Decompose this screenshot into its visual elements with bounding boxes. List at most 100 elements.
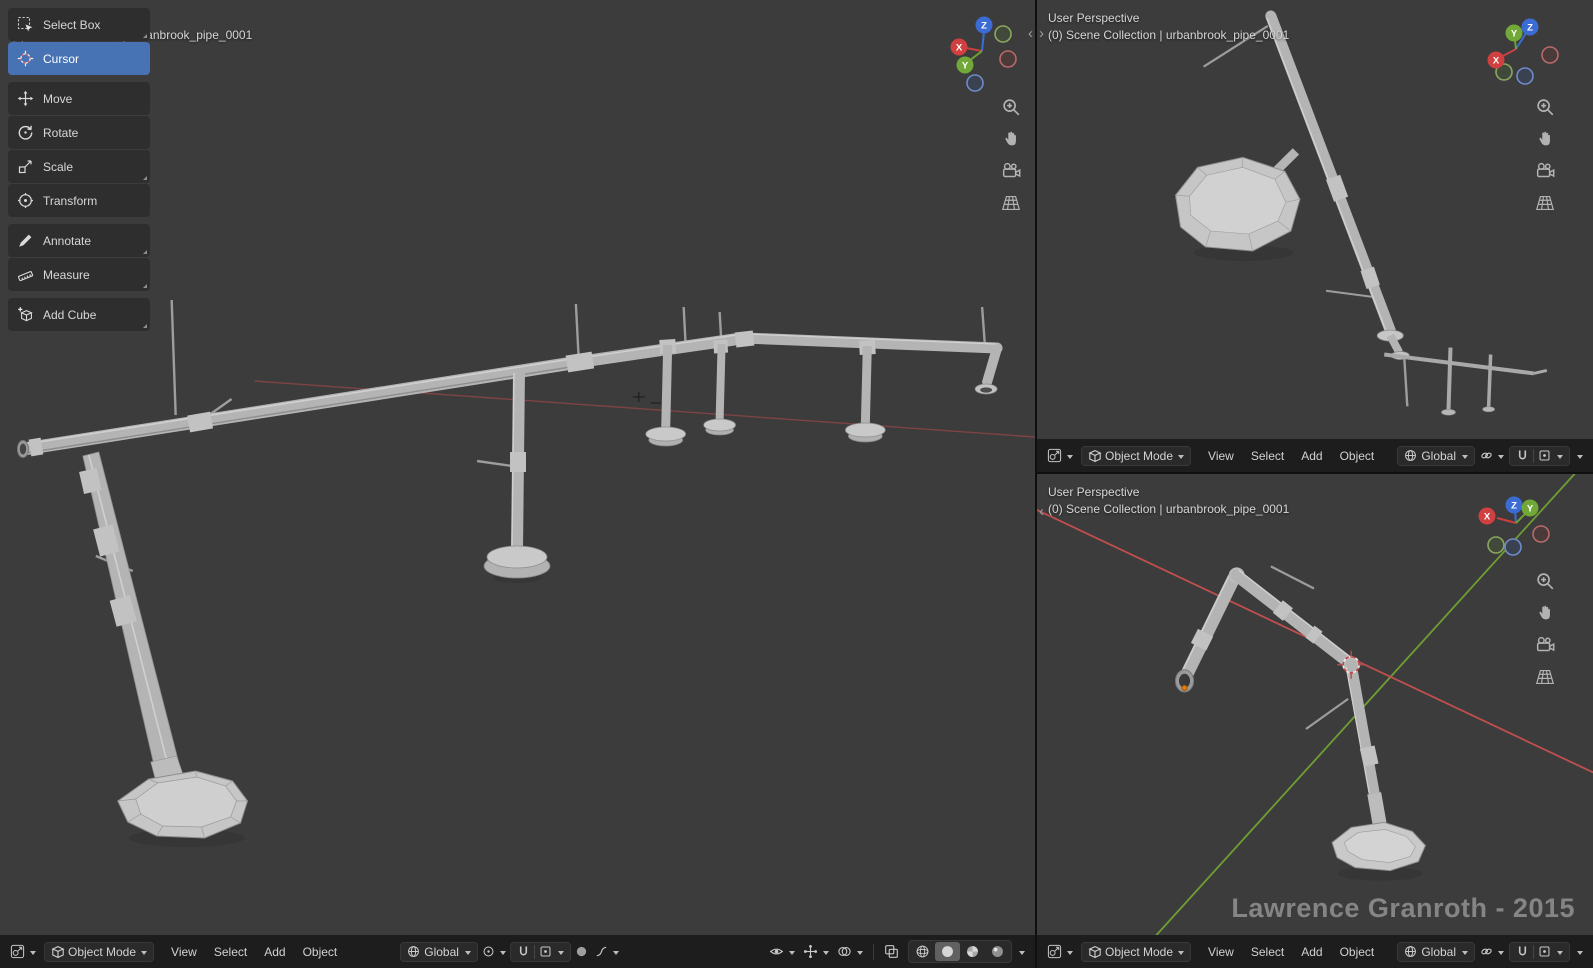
axis-x-negative-handle[interactable] xyxy=(1000,51,1016,67)
proportional-falloff-dropdown[interactable] xyxy=(1572,447,1586,465)
axis-z-handle[interactable]: Z xyxy=(976,17,993,34)
axis-x-handle[interactable]: X xyxy=(951,39,968,56)
magnet-icon[interactable] xyxy=(1516,449,1529,462)
orientation-dropdown[interactable]: Global xyxy=(400,942,478,962)
menu-add[interactable]: Add xyxy=(1293,446,1330,466)
axis-y-handle[interactable]: Y xyxy=(957,57,974,74)
hand-icon[interactable] xyxy=(1533,127,1557,151)
tool-annotate[interactable]: Annotate xyxy=(8,224,150,257)
mode-dropdown[interactable]: Object Mode xyxy=(1081,942,1191,962)
tool-cursor[interactable]: Cursor xyxy=(8,42,150,75)
proportional-editing-toggle[interactable] xyxy=(572,942,591,961)
axis-z-negative-handle[interactable] xyxy=(1517,68,1533,84)
editor-type-button[interactable] xyxy=(7,941,39,962)
axis-x-negative-handle[interactable] xyxy=(1542,47,1558,63)
magnet-icon[interactable] xyxy=(1516,945,1529,958)
menu-select[interactable]: Select xyxy=(1243,942,1292,962)
grid-icon[interactable] xyxy=(1533,191,1557,215)
pivot-dropdown[interactable] xyxy=(1477,942,1507,961)
show-overlays-dropdown[interactable] xyxy=(834,941,866,962)
orientation-label: Global xyxy=(1421,945,1456,959)
object-visibility-dropdown[interactable] xyxy=(766,941,798,962)
axis-z-negative-handle[interactable] xyxy=(1505,539,1521,555)
zoom-icon[interactable] xyxy=(999,95,1023,119)
shading-material-button[interactable] xyxy=(960,942,985,961)
chevron-down-icon xyxy=(1178,951,1184,958)
axis-x-handle[interactable]: X xyxy=(1479,508,1496,525)
tool-move[interactable]: Move xyxy=(8,82,150,115)
menu-add[interactable]: Add xyxy=(1293,942,1330,962)
object-mode-icon xyxy=(51,945,65,959)
axis-z-handle[interactable]: Z xyxy=(1506,497,1523,514)
axis-y-negative-handle[interactable] xyxy=(1488,537,1504,553)
snap-target-icon[interactable] xyxy=(539,945,552,958)
show-gizmos-dropdown[interactable] xyxy=(800,941,832,962)
pivot-dropdown[interactable] xyxy=(1477,446,1507,465)
proportional-falloff-dropdown[interactable] xyxy=(592,942,622,961)
area-collapse-arrow[interactable]: ‹ xyxy=(1028,26,1033,41)
axis-y-negative-handle[interactable] xyxy=(995,26,1011,42)
zoom-icon[interactable] xyxy=(1533,95,1557,119)
camera-view-icon[interactable] xyxy=(1533,159,1557,183)
grid-icon[interactable] xyxy=(1533,665,1557,689)
pivot-icon xyxy=(482,945,495,958)
menu-view[interactable]: View xyxy=(1200,446,1242,466)
editor-type-button[interactable] xyxy=(1044,941,1076,962)
axis-y-handle[interactable]: Y xyxy=(1522,500,1539,517)
tool-rotate[interactable]: Rotate xyxy=(8,116,150,149)
menu-view[interactable]: View xyxy=(163,942,205,962)
navigation-gizmo[interactable]: Y Z X xyxy=(1473,6,1559,92)
area-collapse-arrow[interactable]: ‹ xyxy=(1039,504,1044,519)
viewport-header: Object Mode View Select Add Object Globa… xyxy=(1037,935,1593,968)
shading-options-dropdown[interactable] xyxy=(1014,943,1028,961)
axis-z-negative-handle[interactable] xyxy=(967,75,983,91)
menu-object[interactable]: Object xyxy=(1332,942,1383,962)
axis-x-handle[interactable]: X xyxy=(1488,52,1505,69)
menu-object[interactable]: Object xyxy=(295,942,346,962)
menu-view[interactable]: View xyxy=(1200,942,1242,962)
tool-label: Select Box xyxy=(43,18,100,32)
navigation-gizmo[interactable]: X Z Y xyxy=(1473,480,1559,566)
tool-scale[interactable]: Scale xyxy=(8,150,150,183)
xray-toggle[interactable] xyxy=(881,941,902,962)
axis-y-handle[interactable]: Y xyxy=(1506,25,1523,42)
axis-x-negative-handle[interactable] xyxy=(1533,526,1549,542)
proportional-falloff-dropdown[interactable] xyxy=(1572,943,1586,961)
hand-icon[interactable] xyxy=(999,127,1023,151)
mode-dropdown[interactable]: Object Mode xyxy=(44,942,154,962)
menu-object[interactable]: Object xyxy=(1332,446,1383,466)
shading-solid-button[interactable] xyxy=(935,942,960,961)
menu-select[interactable]: Select xyxy=(206,942,255,962)
pivot-dropdown[interactable] xyxy=(479,942,509,961)
shading-rendered-button[interactable] xyxy=(985,942,1010,961)
magnet-icon[interactable] xyxy=(517,945,530,958)
shading-wireframe-button[interactable] xyxy=(910,942,935,961)
tool-measure[interactable]: Measure xyxy=(8,258,150,291)
chevron-down-icon xyxy=(613,951,619,958)
zoom-icon[interactable] xyxy=(1533,569,1557,593)
axis-z-handle[interactable]: Z xyxy=(1522,19,1539,36)
snap-target-icon[interactable] xyxy=(1538,449,1551,462)
menu-add[interactable]: Add xyxy=(256,942,293,962)
add-cube-icon xyxy=(17,306,34,323)
chevron-down-icon xyxy=(1498,455,1504,462)
navigation-gizmo[interactable]: Z X Y xyxy=(939,8,1025,94)
tool-select-box[interactable]: Select Box xyxy=(8,8,150,41)
hand-icon[interactable] xyxy=(1533,601,1557,625)
viewport-side-tools xyxy=(1533,95,1557,215)
camera-view-icon[interactable] xyxy=(999,159,1023,183)
viewport-canvas[interactable] xyxy=(0,0,1035,968)
grid-icon[interactable] xyxy=(999,191,1023,215)
tool-transform[interactable]: Transform xyxy=(8,184,150,217)
mode-dropdown[interactable]: Object Mode xyxy=(1081,446,1191,466)
chevron-down-icon xyxy=(465,951,471,958)
editor-3d-viewport-icon xyxy=(10,944,25,959)
snap-target-icon[interactable] xyxy=(1538,945,1551,958)
orientation-dropdown[interactable]: Global xyxy=(1397,446,1475,466)
menu-select[interactable]: Select xyxy=(1243,446,1292,466)
area-collapse-arrow[interactable]: › xyxy=(1039,26,1044,41)
camera-view-icon[interactable] xyxy=(1533,633,1557,657)
tool-add-cube[interactable]: Add Cube xyxy=(8,298,150,331)
orientation-dropdown[interactable]: Global xyxy=(1397,942,1475,962)
editor-type-button[interactable] xyxy=(1044,445,1076,466)
